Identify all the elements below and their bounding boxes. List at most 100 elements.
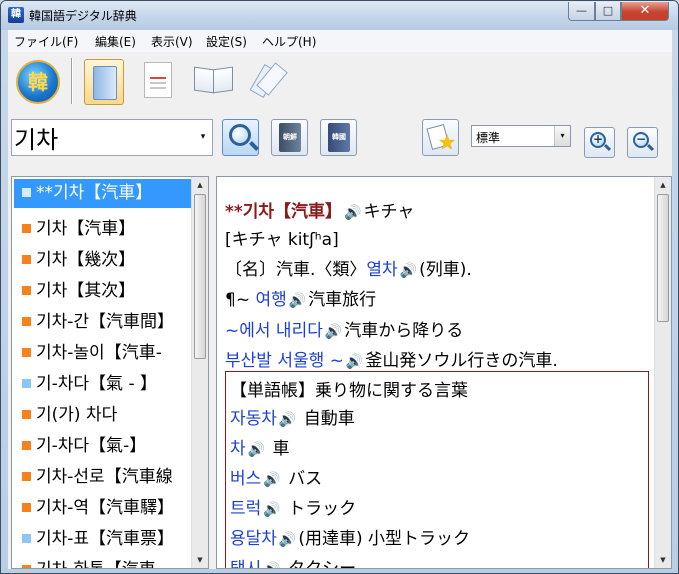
bullet-icon — [22, 317, 31, 326]
menu-view[interactable]: 表示(V) — [151, 33, 193, 50]
scrollbar-thumb[interactable] — [657, 194, 669, 322]
dictionary-book-icon: 韓國 — [328, 123, 350, 152]
app-window: 韓 韓国語デジタル辞典 — □ ✕ ファイル(F) 編集(E) 表示(V) 設定… — [0, 0, 679, 574]
bullet-icon — [22, 472, 31, 481]
vocabulary-item: 차 🔊 車 — [230, 439, 290, 459]
bullet-icon — [22, 255, 31, 264]
word-list-scrollbar[interactable]: ▲ ▼ — [191, 177, 208, 568]
example-korean[interactable]: 부산발 서울행 ~ — [225, 351, 344, 371]
scroll-up-icon[interactable]: ▲ — [655, 177, 671, 193]
speaker-icon[interactable]: 🔊 — [325, 324, 342, 340]
list-item[interactable]: 기차-놀이【汽車- — [14, 339, 192, 368]
example-line: ~에서 내리다 🔊 汽車から降りる — [225, 321, 464, 341]
search-icon — [229, 124, 251, 146]
zoom-in-button[interactable]: + — [584, 127, 615, 158]
bullet-icon — [22, 534, 31, 543]
example-korean[interactable]: ~에서 내리다 — [225, 321, 323, 341]
vocabulary-item: 트럭 🔊 トラック — [230, 499, 357, 519]
speaker-icon[interactable]: 🔊 — [344, 205, 361, 221]
korean-logo-button[interactable]: 韓 — [16, 60, 60, 104]
speaker-icon[interactable]: 🔊 — [346, 354, 363, 370]
menu-help[interactable]: ヘルプ(H) — [262, 33, 316, 50]
bullet-icon — [22, 379, 31, 388]
speaker-icon[interactable]: 🔊 — [289, 293, 306, 309]
menu-file[interactable]: ファイル(F) — [14, 33, 78, 50]
menu-bar: ファイル(F) 編集(E) 表示(V) 設定(S) ヘルプ(H) — [8, 30, 672, 52]
page-icon[interactable] — [144, 62, 172, 98]
vocabulary-title: 【単語帳】乗り物に関する言葉 — [230, 381, 468, 401]
example-line: ¶~ 여행 🔊 汽車旅行 — [225, 290, 377, 310]
pronunciation: [キチャ kitʃʰa] — [225, 230, 339, 250]
speaker-icon[interactable]: 🔊 — [263, 472, 280, 488]
definition-line: 〔名〕汽車.〈類〉열차 🔊 (列車). — [225, 260, 472, 280]
open-book-icon[interactable] — [194, 66, 232, 94]
search-combobox[interactable]: ▾ — [11, 119, 213, 156]
speaker-icon[interactable]: 🔊 — [400, 263, 417, 279]
bullet-icon — [22, 286, 31, 295]
toolbar-separator — [71, 58, 73, 104]
chevron-down-icon[interactable]: ▾ — [194, 120, 212, 155]
speaker-icon[interactable]: 🔊 — [263, 502, 280, 518]
dictionary-book-icon: 朝鮮 — [279, 123, 301, 152]
client-area: 韓 ▾ 朝鮮 韓國 ★ 標準 ▾ + — [8, 52, 672, 569]
speaker-icon[interactable]: 🔊 — [263, 562, 280, 568]
list-item[interactable]: 기차-간【汽車間】 — [14, 308, 192, 337]
chevron-down-icon[interactable]: ▾ — [554, 126, 570, 146]
title-bar[interactable]: 韓 韓国語デジタル辞典 — □ ✕ — [1, 1, 678, 30]
scroll-up-icon[interactable]: ▲ — [192, 177, 208, 193]
entry-pane: **기차【汽車】 🔊 キチャ [キチャ kitʃʰa] 〔名〕汽車.〈類〉열차 🔊 (列… — [216, 176, 672, 569]
book-icon[interactable] — [84, 59, 124, 105]
minimize-button[interactable]: — — [568, 2, 595, 21]
flashcards-icon[interactable] — [252, 62, 282, 98]
bullet-icon — [22, 410, 31, 419]
bullet-icon — [22, 188, 31, 197]
headword-line: **기차【汽車】 🔊 キチャ — [225, 197, 414, 222]
bullet-icon — [22, 565, 31, 568]
speaker-icon[interactable]: 🔊 — [248, 442, 265, 458]
scrollbar-thumb[interactable] — [194, 194, 206, 359]
vocabulary-box: 【単語帳】乗り物に関する言葉 자동차 🔊 自動車 차 🔊 車 버스 🔊 バス 트럭 🔊 … — [225, 371, 649, 568]
headword-reading: キチャ — [363, 202, 415, 222]
list-item[interactable]: **기차【汽車】 — [14, 179, 192, 208]
list-item[interactable]: 기-차다【氣-】 — [14, 432, 192, 461]
list-item[interactable]: 기차【其次】 — [14, 277, 192, 306]
entry-scrollbar[interactable]: ▲ ▼ — [654, 177, 671, 568]
close-button[interactable]: ✕ — [621, 2, 669, 21]
vocabulary-item: 버스 🔊 バス — [230, 469, 323, 489]
entry-content: **기차【汽車】 🔊 キチャ [キチャ kitʃʰa] 〔名〕汽車.〈類〉열차 🔊 (列… — [217, 177, 655, 568]
list-item[interactable]: 기차【汽車】 — [14, 215, 192, 244]
app-icon: 韓 — [8, 7, 24, 23]
search-button[interactable] — [222, 119, 259, 156]
list-item[interactable]: 기차-선로【汽車線 — [14, 463, 192, 492]
bullet-icon — [22, 224, 31, 233]
list-item[interactable]: 기(가) 차다 — [14, 401, 192, 430]
vocabulary-item: 용달차 🔊 (用達車) 小型トラック — [230, 529, 471, 549]
zoom-out-button[interactable]: − — [627, 127, 658, 158]
list-item[interactable]: 기차-표【汽車票】 — [14, 525, 192, 554]
list-item[interactable]: 기-차다【氣 - 】 — [14, 370, 192, 399]
list-item[interactable]: 기차【幾次】 — [14, 246, 192, 275]
example-korean[interactable]: 여행 — [255, 290, 286, 310]
display-style-select[interactable]: 標準 ▾ — [471, 125, 571, 147]
menu-settings[interactable]: 設定(S) — [206, 33, 247, 50]
dictionary-hangul-button[interactable]: 韓國 — [320, 119, 357, 156]
example-line: 부산발 서울행 ~ 🔊 釜山発ソウル行きの汽車. — [225, 351, 558, 371]
search-input[interactable] — [14, 121, 194, 154]
list-item[interactable]: 기차-역【汽車驛】 — [14, 494, 192, 523]
dictionary-korean-button[interactable]: 朝鮮 — [271, 119, 308, 156]
bullet-icon — [22, 348, 31, 357]
scroll-down-icon[interactable]: ▼ — [655, 552, 671, 568]
speaker-icon[interactable]: 🔊 — [279, 412, 296, 428]
headword: **기차【汽車】 — [225, 202, 343, 222]
synonym-link[interactable]: 열차 — [366, 260, 397, 280]
star-icon: ★ — [438, 130, 456, 154]
scroll-down-icon[interactable]: ▼ — [192, 552, 208, 568]
word-list[interactable]: **기차【汽車】 기차【汽車】 기차【幾次】 기차【其次】 기차-간【汽車間】 … — [11, 176, 209, 569]
bullet-icon — [22, 441, 31, 450]
speaker-icon[interactable]: 🔊 — [279, 532, 296, 548]
display-style-value: 標準 — [476, 131, 501, 145]
list-item[interactable]: 기차-화통【汽車 — [14, 556, 192, 568]
maximize-button[interactable]: □ — [595, 2, 621, 21]
menu-edit[interactable]: 編集(E) — [95, 33, 136, 50]
bookmark-button[interactable]: ★ — [422, 119, 459, 156]
